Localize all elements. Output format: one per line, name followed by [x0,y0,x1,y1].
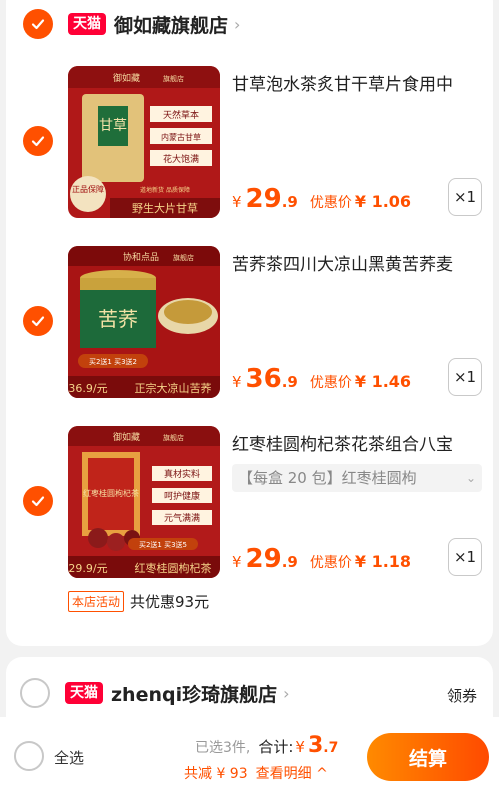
item-select-checkbox[interactable] [23,486,53,516]
chevron-down-icon: ⌄ [465,471,476,485]
thumb-tag-3: 元气满满 [164,512,200,524]
coupon-price: ¥ 1.46 [354,372,412,391]
product-thumbnail[interactable]: 御如藏 旗舰店 红枣桂圆枸杞茶 真材实料 呵护健康 元气满满 买2送1 买3送5… [68,426,220,578]
get-coupon-link[interactable]: 领券 [447,685,477,706]
thumb-promo: 买2送1 买3送5 [139,540,187,549]
checkmark-icon [31,19,45,30]
product-title[interactable]: 苦荞茶四川大凉山黑黄苦荞麦 [232,250,488,275]
thumb-brand: 协和点品 [123,251,159,263]
total-label: 合计: [258,738,294,756]
sku-text: 【每盒 20 包】红枣桂圆枸 [238,469,417,487]
sku-selector[interactable]: 【每盒 20 包】红枣桂圆枸 ⌄ [232,464,482,492]
checkmark-icon [31,496,45,507]
selected-count: 已选3件, [195,740,251,756]
activity-text: 共优惠93元 [130,593,210,611]
product-title[interactable]: 甘草泡水茶炙甘干草片食用中 [232,70,488,95]
cart-item: 御如藏 旗舰店 甘草 天然草本 内蒙古甘草 花大饱满 正品保障 野生大片甘草 道… [6,66,493,226]
total-summary: 已选3件, 合计: ¥ 3 .7 [195,733,338,758]
store-card-yuruzang: 天猫 御如藏旗舰店 › 御如藏 旗舰店 甘草 天然草本 内蒙古甘草 花大饱满 正… [6,0,493,646]
total-decimal: .7 [323,740,339,756]
thumb-sub: 道地新货 品质保障 [140,186,190,194]
thumb-tag-2: 呵护健康 [164,490,200,502]
tmall-badge: 天猫 [68,13,106,35]
quantity-button[interactable]: ×1 [448,358,482,396]
price-integer: 29 [245,184,282,214]
discount-amount: 共减 ¥ 93 [184,766,248,782]
store-header[interactable]: 天猫 zhenqi珍琦旗舰店 › 领券 [6,669,493,717]
thumb-shop: 旗舰店 [163,433,184,442]
thumb-price: 29.9/元 [68,562,107,575]
product-title[interactable]: 红枣桂圆枸杞茶花茶组合八宝 [232,430,488,455]
store-select-checkbox[interactable] [20,678,50,708]
price-row: ¥ 29 .9 优惠价 ¥ 1.18 [232,544,411,574]
price-decimal: .9 [281,553,298,571]
cart-item: 协和点品 旗舰店 苦荞 买2送1 买3送2 36.9/元 正宗大凉山苦荞 苦荞茶… [6,246,493,406]
thumb-brand: 御如藏 [113,72,140,84]
price-row: ¥ 36 .9 优惠价 ¥ 1.46 [232,364,411,394]
select-all-checkbox[interactable] [14,741,44,771]
chevron-right-icon[interactable]: › [283,684,289,703]
thumb-shop: 旗舰店 [163,74,184,83]
thumb-footer: 野生大片甘草 [132,201,198,215]
price-integer: 29 [245,544,282,574]
checkmark-icon [31,316,45,327]
thumb-price: 36.9/元 [68,382,107,395]
product-image: 御如藏 旗舰店 甘草 天然草本 内蒙古甘草 花大饱满 正品保障 野生大片甘草 道… [68,66,220,218]
checkmark-icon [31,136,45,147]
tmall-badge: 天猫 [65,682,103,704]
thumb-footer: 红枣桂圆枸杞茶 [135,561,212,575]
activity-tag: 本店活动 [68,591,125,612]
price-row: ¥ 29 .9 优惠价 ¥ 1.06 [232,184,411,214]
thumb-tag-1: 真材实料 [164,468,200,480]
coupon-price: ¥ 1.18 [354,552,412,571]
total-integer: 3 [307,733,324,758]
price-integer: 36 [245,364,282,394]
thumb-seal: 正品保障 [72,184,104,194]
select-all-label[interactable]: 全选 [54,747,84,768]
thumb-jar: 苦荞 [98,307,138,331]
checkout-button[interactable]: 结算 [367,733,489,781]
store-activity[interactable]: 本店活动 共优惠93元 [68,591,209,612]
thumb-tag-2: 内蒙古甘草 [161,132,201,142]
thumb-footer: 正宗大凉山苦荞 [135,381,212,395]
price-currency: ¥ [232,553,242,571]
coupon-price: ¥ 1.06 [354,192,412,211]
view-details-link[interactable]: 查看明细 ^ [256,763,328,783]
checkout-bar: 全选 已选3件, 合计: ¥ 3 .7 共减 ¥ 93 查看明细 ^ 结算 [0,717,499,800]
thumb-box: 红枣桂圆枸杞茶 [83,488,139,498]
price-currency: ¥ [232,373,242,391]
store-name[interactable]: 御如藏旗舰店 [114,11,228,38]
price-decimal: .9 [281,373,298,391]
product-image: 御如藏 旗舰店 红枣桂圆枸杞茶 真材实料 呵护健康 元气满满 买2送1 买3送5… [68,426,220,578]
chevron-right-icon[interactable]: › [234,15,240,34]
price-decimal: .9 [281,193,298,211]
item-select-checkbox[interactable] [23,306,53,336]
coupon-label: 优惠价 [309,195,352,211]
coupon-label: 优惠价 [309,375,352,391]
thumb-tag-3: 花大饱满 [163,153,199,165]
discount-summary: 共减 ¥ 93 查看明细 ^ [184,763,328,783]
thumb-jar: 甘草 [99,118,127,134]
product-thumbnail[interactable]: 协和点品 旗舰店 苦荞 买2送1 买3送2 36.9/元 正宗大凉山苦荞 [68,246,220,398]
thumb-shop: 旗舰店 [173,253,194,262]
thumb-promo: 买2送1 买3送2 [89,357,137,366]
coupon-label: 优惠价 [309,555,352,571]
quantity-button[interactable]: ×1 [448,538,482,576]
product-thumbnail[interactable]: 御如藏 旗舰店 甘草 天然草本 内蒙古甘草 花大饱满 正品保障 野生大片甘草 道… [68,66,220,218]
cart-item: 御如藏 旗舰店 红枣桂圆枸杞茶 真材实料 呵护健康 元气满满 买2送1 买3送5… [6,426,493,586]
quantity-button[interactable]: ×1 [448,178,482,216]
thumb-brand: 御如藏 [113,431,140,443]
thumb-tag-1: 天然草本 [163,109,199,121]
store-header[interactable]: 天猫 御如藏旗舰店 › [6,0,493,48]
product-image: 协和点品 旗舰店 苦荞 买2送1 买3送2 36.9/元 正宗大凉山苦荞 [68,246,220,398]
price-currency: ¥ [232,193,242,211]
store-name[interactable]: zhenqi珍琦旗舰店 [111,680,277,707]
store-select-checkbox[interactable] [23,9,53,39]
item-select-checkbox[interactable] [23,126,53,156]
total-currency: ¥ [295,738,305,756]
